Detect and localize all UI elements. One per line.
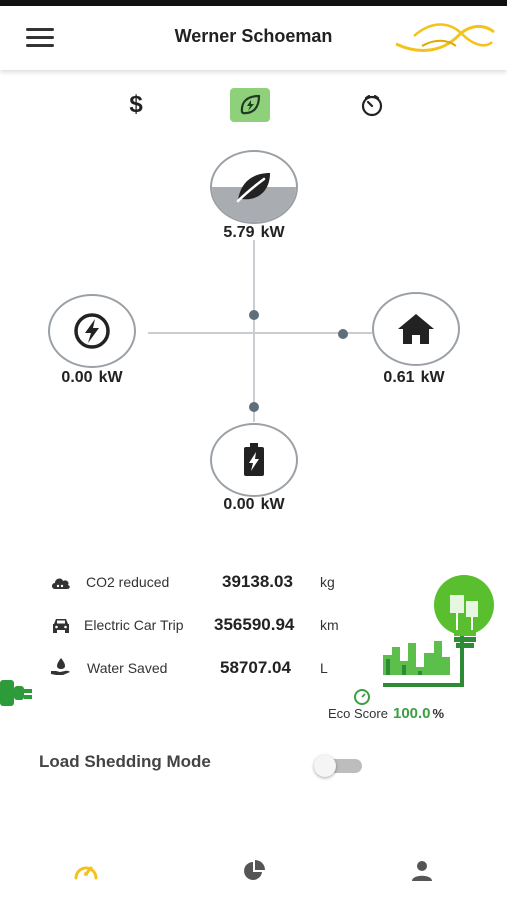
- eco-bulb-city-icon: [383, 575, 494, 687]
- mode-tabs: $: [0, 88, 507, 124]
- history-tab[interactable]: [352, 88, 392, 122]
- brand-logo: [395, 23, 495, 52]
- flow-dot-home: [338, 329, 348, 339]
- eco-score-label: Eco Score: [328, 706, 388, 721]
- nav-profile[interactable]: [402, 856, 442, 886]
- eco-score: Eco Score 100.0%: [328, 705, 444, 722]
- speedometer-icon: [74, 866, 98, 880]
- grid-value: 0.00: [61, 369, 93, 386]
- battery-charging-icon: [244, 443, 264, 476]
- load-shedding-toggle[interactable]: [314, 755, 364, 777]
- toggle-knob: [314, 755, 336, 777]
- nav-statistics[interactable]: [234, 856, 274, 886]
- flow-dot-solar: [249, 310, 259, 320]
- solar-value: 5.79: [223, 224, 255, 241]
- house-icon: [398, 314, 434, 344]
- cloud-icon: [50, 573, 72, 593]
- cost-tab[interactable]: $: [116, 88, 156, 122]
- co2-label: CO2 reduced: [86, 574, 170, 590]
- water-hand-icon: [50, 657, 72, 677]
- flow-line-vertical: [253, 240, 255, 422]
- grid-unit: kW: [98, 369, 123, 386]
- eco-score-unit: %: [432, 706, 445, 721]
- water-value: 58707.04: [220, 658, 291, 677]
- car-label: Electric Car Trip: [84, 617, 184, 633]
- lightning-icon: [74, 313, 110, 349]
- battery-node[interactable]: [210, 423, 298, 497]
- solar-node[interactable]: [210, 150, 298, 224]
- app-bar: Werner Schoeman: [0, 6, 507, 70]
- car-value: 356590.94: [214, 615, 295, 634]
- plug-icon: [0, 680, 32, 706]
- eco-tab[interactable]: [230, 88, 270, 122]
- water-unit: L: [320, 660, 328, 676]
- battery-unit: kW: [260, 496, 285, 513]
- solar-unit: kW: [260, 224, 285, 241]
- load-shedding-label: Load Shedding Mode: [39, 752, 211, 771]
- car-unit: km: [320, 617, 339, 633]
- home-value: 0.61: [383, 369, 415, 386]
- leaf-icon: [236, 173, 270, 203]
- gauge-marker-icon: [354, 689, 370, 705]
- home-power-readout: 0.61 kW: [354, 369, 474, 387]
- bottom-nav: [0, 840, 507, 900]
- battery-power-readout: 0.00 kW: [194, 496, 314, 514]
- co2-unit: kg: [320, 574, 335, 590]
- battery-value: 0.00: [223, 496, 255, 513]
- timer-icon: [361, 94, 383, 117]
- home-node[interactable]: [372, 292, 460, 366]
- grid-power-readout: 0.00 kW: [32, 369, 152, 387]
- car-icon: [50, 615, 72, 635]
- grid-node[interactable]: [48, 294, 136, 368]
- pie-chart-icon: [244, 860, 265, 880]
- flow-dot-battery: [249, 402, 259, 412]
- dollar-icon: $: [129, 91, 143, 118]
- co2-value: 39138.03: [222, 572, 293, 591]
- water-label: Water Saved: [87, 660, 168, 676]
- nav-dashboard[interactable]: [66, 856, 106, 886]
- energy-flow-diagram: 5.79 kW 0.00 kW 0.61 kW 0.00 kW: [0, 140, 507, 520]
- leaf-bolt-icon: [240, 94, 261, 115]
- person-icon: [412, 861, 432, 881]
- solar-power-readout: 5.79 kW: [194, 224, 314, 242]
- eco-score-value: 100.0: [392, 705, 431, 722]
- home-unit: kW: [420, 369, 445, 386]
